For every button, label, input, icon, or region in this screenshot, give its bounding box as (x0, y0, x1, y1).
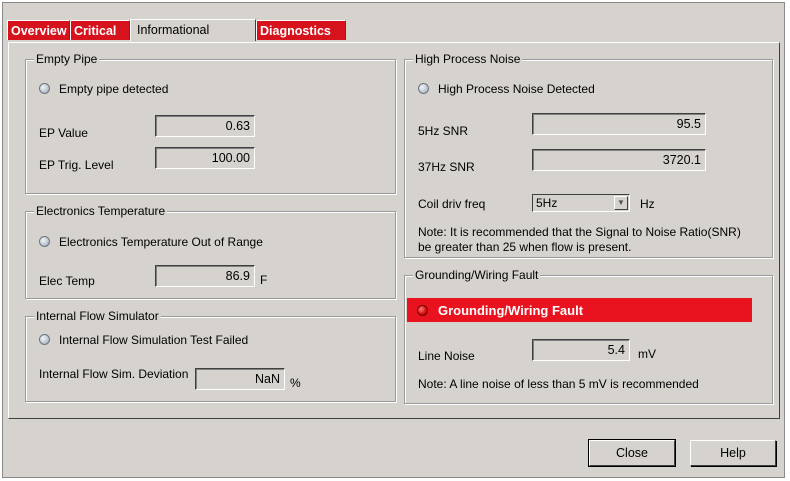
elec-temp-field: 86.9 (155, 265, 255, 287)
tab-critical[interactable]: Critical (70, 20, 130, 40)
snr-note-line1: Note: It is recommended that the Signal … (418, 225, 741, 239)
ep-trig-level-label: EP Trig. Level (39, 158, 114, 172)
line-noise-field: 5.4 (532, 339, 630, 361)
electronics-temp-indicator-icon (39, 236, 50, 247)
fault-indicator-icon (417, 305, 428, 316)
grounding-fault-label: Grounding/Wiring Fault (438, 303, 584, 318)
grounding-title: Grounding/Wiring Fault (413, 268, 541, 282)
tab-informational[interactable]: Informational (130, 19, 256, 41)
empty-pipe-title: Empty Pipe (34, 52, 100, 66)
snr-note-line2: be greater than 25 when flow is present. (418, 240, 632, 254)
high-noise-indicator-icon (418, 83, 429, 94)
empty-pipe-indicator-icon (39, 83, 50, 94)
tab-content-panel: Empty Pipe Empty pipe detected EP Value … (8, 42, 780, 419)
coil-drive-freq-label: Coil driv freq (418, 197, 486, 211)
flow-sim-deviation-field: NaN (195, 368, 285, 390)
electronics-temp-title: Electronics Temperature (34, 204, 168, 218)
help-button[interactable]: Help (690, 440, 776, 466)
snr-5hz-field: 95.5 (532, 113, 706, 135)
grounding-fault-banner: Grounding/Wiring Fault (407, 298, 752, 322)
snr-37hz-field: 3720.1 (532, 149, 706, 171)
line-noise-unit: mV (638, 347, 656, 361)
empty-pipe-indicator-label: Empty pipe detected (59, 82, 169, 96)
diagnostics-dialog: Overview Critical Informational Diagnost… (2, 2, 785, 478)
electronics-temp-group: Electronics Temperature Electronics Temp… (25, 204, 396, 299)
coil-drive-freq-select[interactable]: 5Hz ▼ (532, 194, 630, 212)
high-noise-indicator-label: High Process Noise Detected (438, 82, 595, 96)
flow-simulator-indicator-label: Internal Flow Simulation Test Failed (59, 333, 249, 347)
flow-simulator-indicator-icon (39, 334, 50, 345)
coil-drive-freq-value: 5Hz (536, 196, 558, 210)
empty-pipe-group: Empty Pipe Empty pipe detected EP Value … (25, 52, 396, 194)
line-noise-label: Line Noise (418, 349, 475, 363)
ep-trig-level-field: 100.00 (155, 147, 255, 169)
high-noise-title: High Process Noise (413, 52, 523, 66)
electronics-temp-indicator-label: Electronics Temperature Out of Range (59, 235, 263, 249)
flow-simulator-group: Internal Flow Simulator Internal Flow Si… (25, 309, 396, 402)
line-noise-note: Note: A line noise of less than 5 mV is … (418, 377, 699, 391)
tab-overview[interactable]: Overview (7, 20, 70, 40)
elec-temp-unit: F (260, 273, 268, 287)
high-noise-group: High Process Noise High Process Noise De… (404, 52, 773, 258)
coil-drive-freq-unit: Hz (640, 197, 655, 211)
flow-sim-deviation-label: Internal Flow Sim. Deviation (39, 367, 189, 381)
tab-diagnostics[interactable]: Diagnostics (256, 20, 346, 40)
snr-37hz-label: 37Hz SNR (418, 160, 475, 174)
snr-5hz-label: 5Hz SNR (418, 124, 469, 138)
grounding-group: Grounding/Wiring Fault Grounding/Wiring … (404, 268, 773, 404)
elec-temp-label: Elec Temp (39, 274, 95, 288)
ep-value-label: EP Value (39, 126, 88, 140)
ep-value-field: 0.63 (155, 115, 255, 137)
chevron-down-icon[interactable]: ▼ (614, 196, 628, 210)
close-button[interactable]: Close (588, 439, 676, 467)
flow-simulator-title: Internal Flow Simulator (34, 309, 161, 323)
flow-sim-deviation-unit: % (290, 376, 301, 390)
